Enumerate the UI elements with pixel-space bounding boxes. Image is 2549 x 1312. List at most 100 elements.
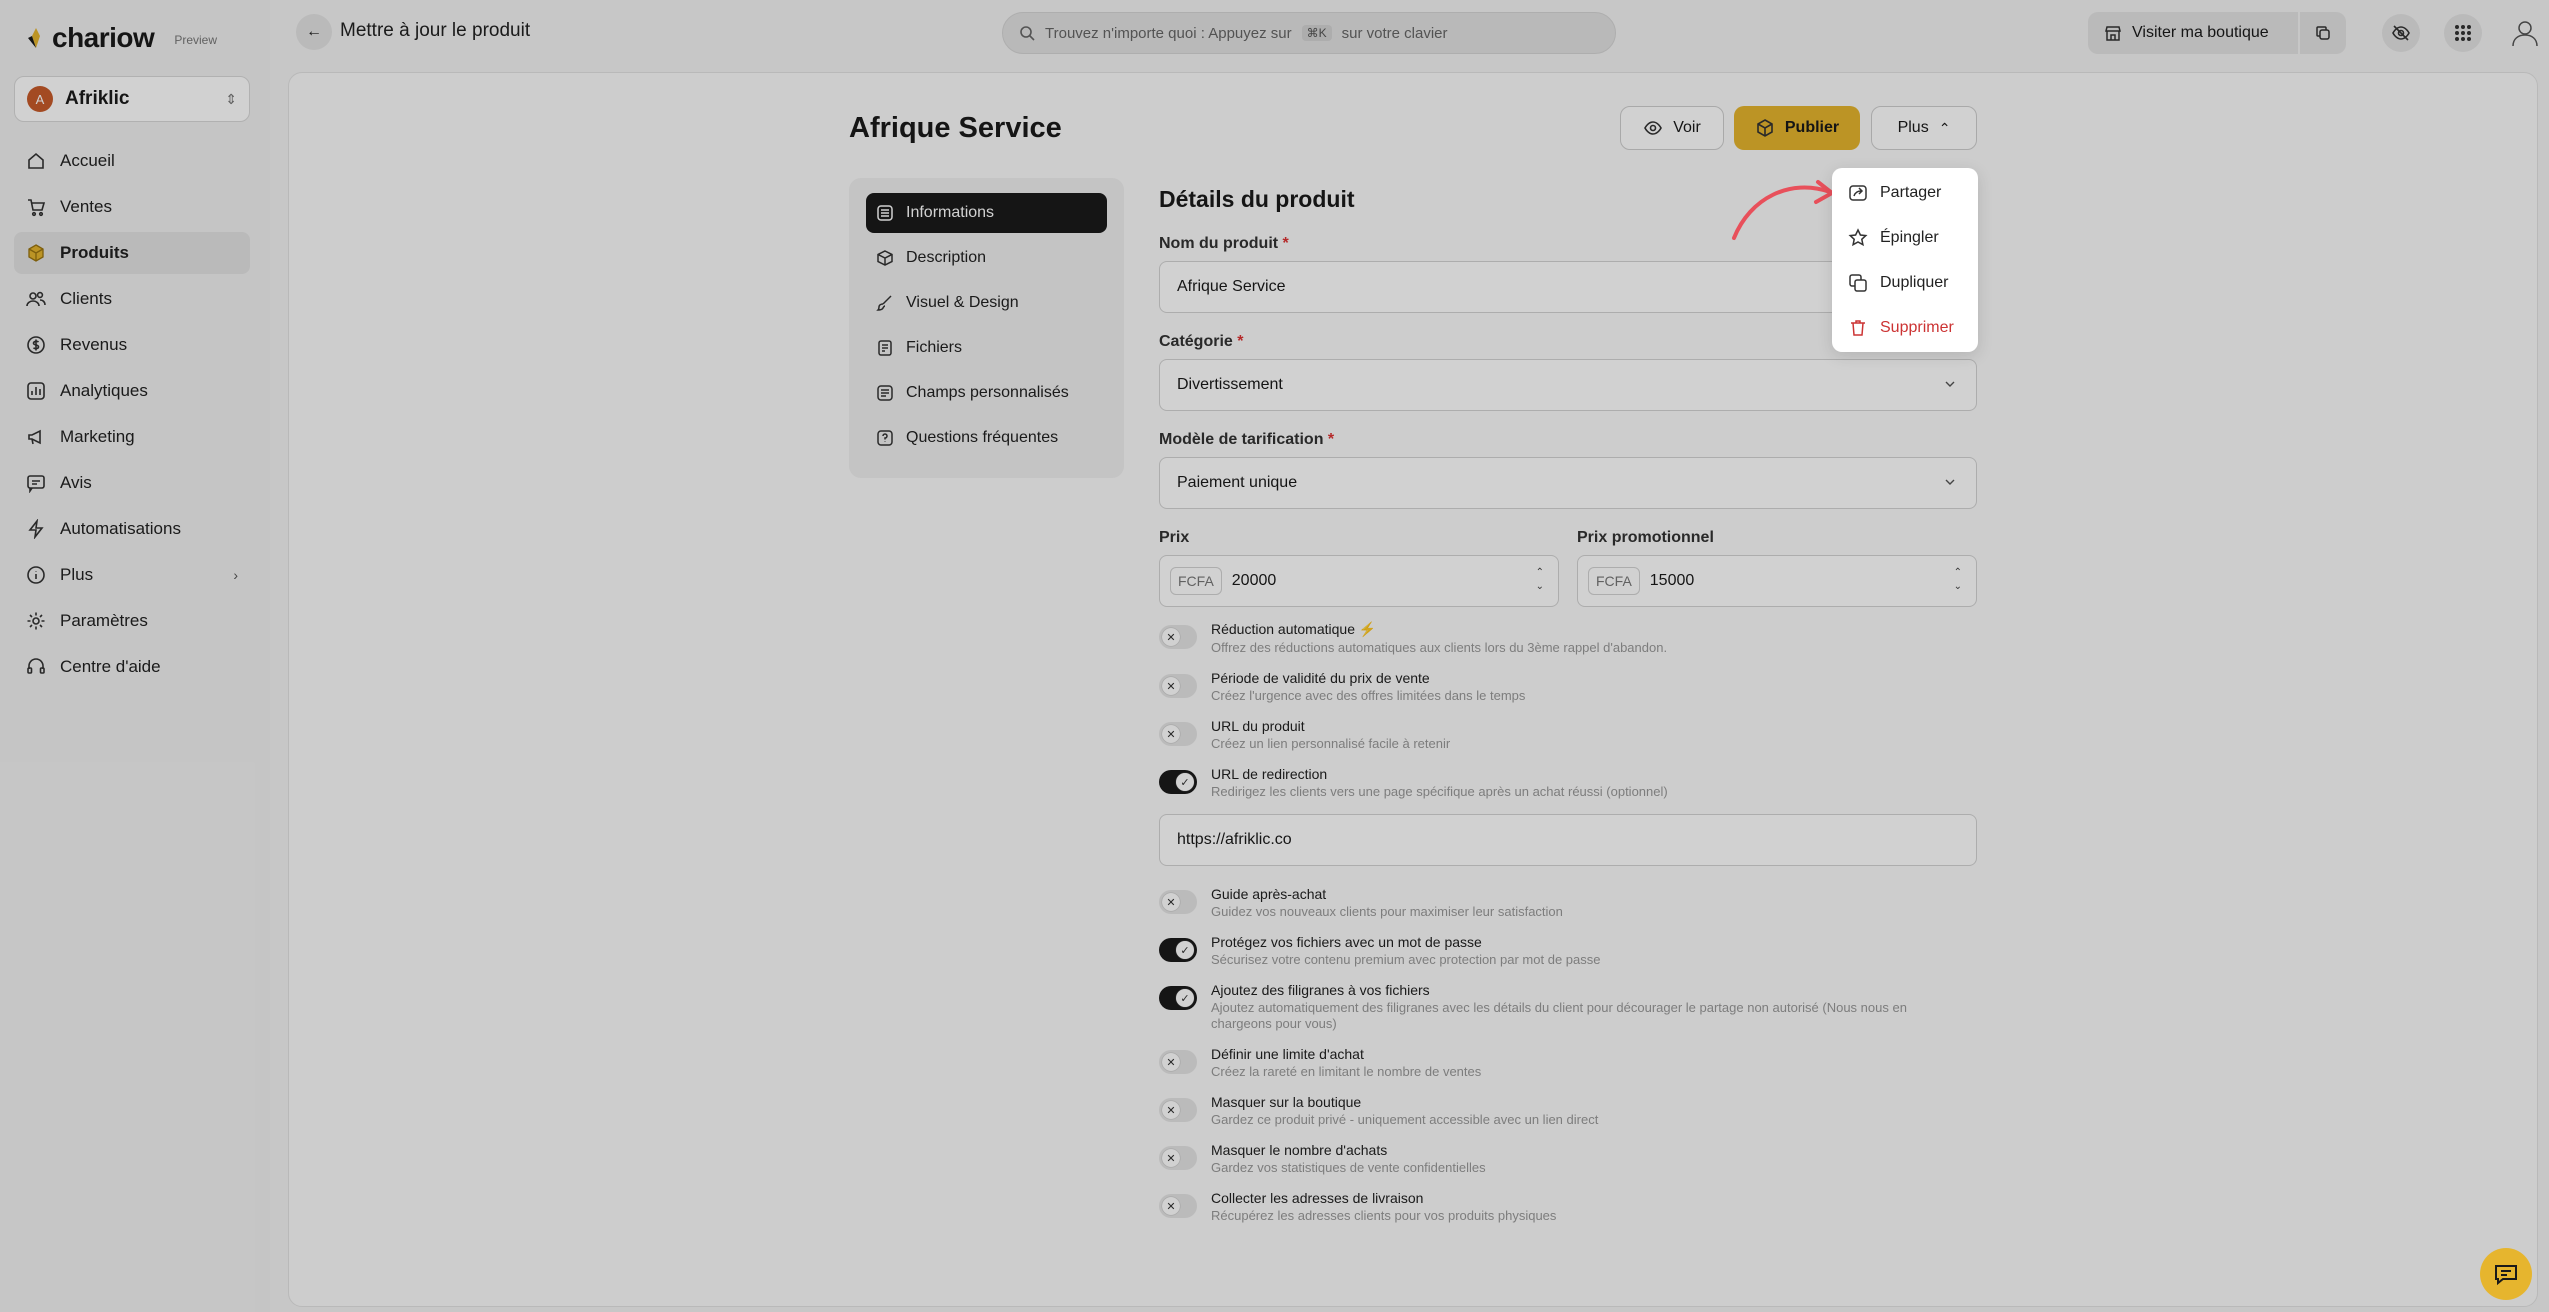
toggle-row: ✓ Ajoutez des filigranes à vos fichiers Aj… [1159,982,1977,1032]
box-icon [877,250,893,266]
arrow-left-icon: ← [306,23,322,40]
promo-stepper[interactable]: ⌃ ⌄ [1954,566,1962,594]
review-icon [27,475,45,493]
logo[interactable]: chariow Preview [26,22,217,54]
menu-item-dupliquer[interactable]: Dupliquer [1832,260,1978,305]
users-icon [26,291,46,307]
toggle-desc: Créez la rareté en limitant le nombre de… [1211,1064,1482,1079]
headset-icon [27,658,45,674]
menu-item-epingler[interactable]: Épingler [1832,215,1978,260]
box-icon [28,244,44,262]
search-bar[interactable]: Trouvez n'importe quoi : Appuyez sur ⌘K … [1002,12,1616,54]
sidebar-item-avis[interactable]: Avis [14,462,250,504]
toggle-desc: Sécurisez votre contenu premium avec pro… [1211,952,1601,967]
menu-item-supprimer[interactable]: Supprimer [1832,305,1978,350]
question-icon [877,430,893,446]
pricing-select[interactable]: Paiement unique [1159,457,1977,509]
sidebar-item-clients[interactable]: Clients [14,278,250,320]
publier-label: Publier [1784,119,1840,136]
toggle-switch[interactable]: ✕ [1159,625,1197,649]
sidebar-item-label: Paramètres [60,611,148,630]
tab-informations[interactable]: Informations [866,193,1107,233]
toggle-switch[interactable]: ✕ [1159,722,1197,746]
sidebar-item-centre-aide[interactable]: Centre d'aide [14,646,250,688]
toggle-title: URL de redirection [1211,766,1328,782]
tab-fichiers[interactable]: Fichiers [866,328,1107,368]
gear-icon [27,612,45,630]
grid-icon [2455,25,2471,41]
tab-visuel-design[interactable]: Visuel & Design [866,283,1107,323]
sidebar-item-parametres[interactable]: Paramètres [14,600,250,642]
category-select[interactable]: Divertissement [1159,359,1977,411]
publier-button[interactable]: Publier [1734,106,1860,150]
toggle-switch[interactable]: ✓ [1159,938,1197,962]
toggle-switch[interactable]: ✓ [1159,770,1197,794]
toggle-switch[interactable]: ✓ [1159,986,1197,1010]
toggle-switch[interactable]: ✕ [1159,1146,1197,1170]
search-placeholder: Trouvez n'importe quoi : Appuyez sur [1045,24,1292,42]
trash-icon [1851,319,1865,336]
account-button[interactable] [2506,14,2544,52]
product-tabs: Informations Description Visuel & Design… [849,178,1124,478]
sidebar-item-label: Accueil [60,151,115,170]
megaphone-icon [28,429,41,445]
toggle-desc: Offrez des réductions automatiques aux c… [1211,640,1668,655]
toggle-switch[interactable]: ✕ [1159,674,1197,698]
toggle-row: ✕ Masquer sur la boutique Gardez ce produi… [1159,1094,1977,1128]
toggle-desc: Ajoutez automatiquement des filigranes a… [1211,1000,1907,1031]
sidebar-item-analytiques[interactable]: Analytiques [14,370,250,412]
toggle-list: ✕ Réduction automatique ⚡ Offrez des réduc… [1159,621,1977,1224]
publish-icon [1757,119,1773,137]
menu-item-partager[interactable]: Partager [1832,170,1978,215]
menu-item-label: Partager [1880,183,1942,201]
tab-description[interactable]: Description [866,238,1107,278]
sidebar-item-accueil[interactable]: Accueil [14,140,250,182]
sidebar-nav: Accueil Ventes Produits Clients Revenus … [14,140,250,692]
copy-link-button[interactable] [2300,12,2346,54]
tab-champs-personnalises[interactable]: Champs personnalisés [866,373,1107,413]
toggle-switch[interactable]: ✕ [1159,1098,1197,1122]
sidebar: chariow Preview A Afriklic ⇕ Accueil Ven… [0,0,270,1312]
price-input[interactable]: FCFA 20000 ⌃ ⌄ [1159,555,1559,607]
plus-button[interactable]: Plus ⌃ [1871,106,1977,150]
sidebar-item-plus[interactable]: Plus › [14,554,250,596]
tab-questions-frequentes[interactable]: Questions fréquentes [866,418,1107,458]
hide-button[interactable] [2382,14,2420,52]
toggle-row: ✕ Masquer le nombre d'achats Gardez vos st… [1159,1142,1977,1176]
promo-value: 15000 [1649,572,1695,589]
promo-input[interactable]: FCFA 15000 ⌃ ⌄ [1577,555,1977,607]
toggle-row: ✓ URL de redirection Redirigez les clients… [1159,766,1977,800]
toggle-switch[interactable]: ✕ [1159,1194,1197,1218]
toggle-desc: Guidez vos nouveaux clients pour maximis… [1211,904,1563,919]
promo-currency: FCFA [1588,567,1640,595]
cart-icon [28,199,46,217]
menu-item-label: Dupliquer [1880,273,1949,291]
help-chat-button[interactable] [2480,1248,2532,1300]
name-value: Afrique Service [1177,278,1286,295]
toggle-switch[interactable]: ✕ [1159,1050,1197,1074]
visit-store-button[interactable]: Visiter ma boutique [2088,12,2298,54]
back-button[interactable]: ← [296,14,332,50]
menu-item-label: Supprimer [1880,318,1954,336]
toggle-title: Réduction automatique ⚡ [1211,621,1377,637]
sidebar-item-automatisations[interactable]: Automatisations [14,508,250,550]
sidebar-item-label: Automatisations [60,519,181,538]
promo-label: Prix promotionnel [1577,529,1714,546]
sidebar-item-marketing[interactable]: Marketing [14,416,250,458]
tab-label: Fichiers [906,339,963,356]
toggle-switch[interactable]: ✕ [1159,890,1197,914]
sidebar-item-revenus[interactable]: Revenus [14,324,250,366]
apps-button[interactable] [2444,14,2482,52]
price-stepper[interactable]: ⌃ ⌄ [1536,566,1544,594]
voir-button[interactable]: Voir [1620,106,1724,150]
store-switcher[interactable]: A Afriklic ⇕ [14,76,250,122]
toggle-desc: Gardez vos statistiques de vente confide… [1211,1160,1486,1175]
chart-icon [27,382,45,400]
sidebar-item-ventes[interactable]: Ventes [14,186,250,228]
sidebar-item-produits[interactable]: Produits [14,232,250,274]
redirect-url-input[interactable]: https://afriklic.co [1159,814,1977,866]
lightning-icon [28,519,44,539]
toggle-desc: Redirigez les clients vers une page spéc… [1211,784,1668,799]
share-icon [1849,184,1867,201]
sidebar-item-label: Produits [60,243,129,262]
